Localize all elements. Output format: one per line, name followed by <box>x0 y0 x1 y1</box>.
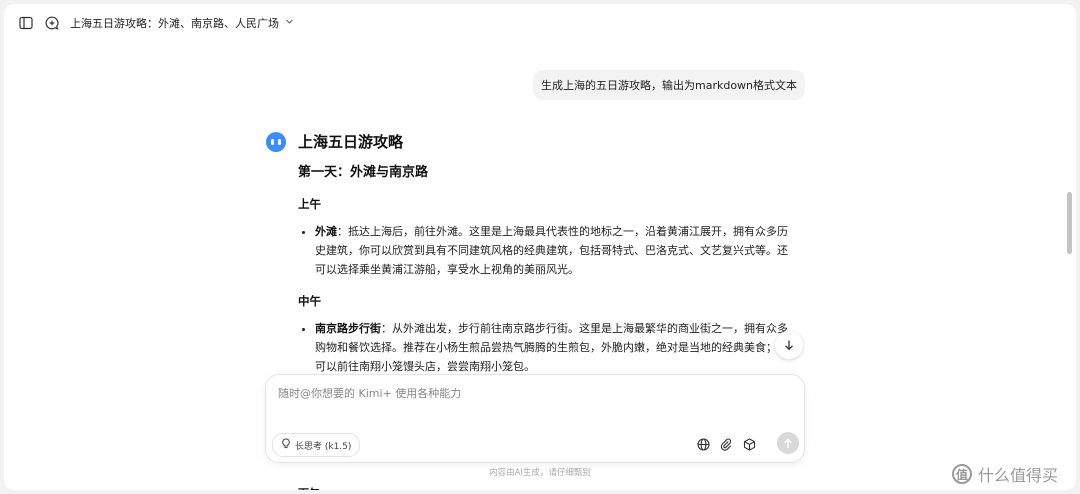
morning-heading: 上午 <box>298 197 321 211</box>
arrow-down-icon <box>785 340 793 351</box>
list-item: 南京路步行街：从外滩出发，步行前往南京路步行街。这里是上海最繁华的商业街之一，拥… <box>315 319 798 376</box>
day1-heading: 第一天：外滩与南京路 <box>298 165 429 180</box>
long-thinking-toggle[interactable]: 长思考 (k1.5) <box>272 433 361 457</box>
send-arrow-icon <box>784 437 792 448</box>
next-heading-cutoff: 下午 <box>298 485 320 490</box>
send-button[interactable] <box>777 432 799 454</box>
ai-disclaimer: 内容由AI生成，请仔细甄别 <box>489 468 591 478</box>
sidebar-toggle-icon[interactable] <box>18 15 34 31</box>
list-item: 外滩：抵达上海后，前往外滩。这里是上海最具代表性的地标之一，沿着黄浦江展开，拥有… <box>315 222 798 279</box>
list-item-text: ：从外滩出发，步行前往南京路步行街。这里是上海最繁华的商业街之一，拥有众多购物和… <box>315 322 788 373</box>
conversation-title-text: 上海五日游攻略：外滩、南京路、人民广场 <box>70 17 279 30</box>
app-window: 上海五日游攻略：外滩、南京路、人民广场 生成上海的五日游攻略，输出为markdo… <box>4 4 1076 490</box>
globe-icon[interactable] <box>696 437 710 451</box>
scroll-to-bottom-button[interactable] <box>775 331 803 359</box>
message-composer[interactable]: 随时@你想要的 Kimi+ 使用各种能力 长思考 (k1.5) <box>265 374 805 463</box>
kimi-avatar-icon <box>266 132 286 152</box>
assistant-answer: 上海五日游攻略 第一天：外滩与南京路 上午 外滩：抵达上海后，前往外滩。这里是上… <box>298 132 798 376</box>
list-item-bold: 外滩 <box>315 225 337 238</box>
scrollbar-thumb[interactable] <box>1067 192 1072 254</box>
chevron-down-icon <box>285 17 294 29</box>
watermark: 值 什么值得买 <box>952 462 1058 486</box>
list-item-bold: 南京路步行街 <box>315 322 381 335</box>
user-message-text: 生成上海的五日游攻略，输出为markdown格式文本 <box>541 79 798 92</box>
noon-heading: 中午 <box>298 294 321 308</box>
paperclip-icon[interactable] <box>719 437 733 451</box>
noon-list: 南京路步行街：从外滩出发，步行前往南京路步行街。这里是上海最繁华的商业街之一，拥… <box>298 319 798 376</box>
new-chat-icon[interactable] <box>44 15 60 31</box>
lightbulb-icon <box>281 438 291 452</box>
conversation-title[interactable]: 上海五日游攻略：外滩、南京路、人民广场 <box>70 15 294 31</box>
answer-title: 上海五日游攻略 <box>298 133 404 151</box>
cube-icon[interactable] <box>742 437 756 451</box>
mode-label: 长思考 (k1.5) <box>295 441 352 452</box>
composer-placeholder[interactable]: 随时@你想要的 Kimi+ 使用各种能力 <box>278 385 461 401</box>
morning-list: 外滩：抵达上海后，前往外滩。这里是上海最具代表性的地标之一，沿着黄浦江展开，拥有… <box>298 222 798 279</box>
watermark-text: 什么值得买 <box>978 466 1059 485</box>
top-bar: 上海五日游攻略：外滩、南京路、人民广场 <box>4 4 1076 40</box>
watermark-logo: 值 <box>952 464 972 484</box>
user-message-bubble: 生成上海的五日游攻略，输出为markdown格式文本 <box>533 70 806 100</box>
list-item-text: ：抵达上海后，前往外滩。这里是上海最具代表性的地标之一，沿着黄浦江展开，拥有众多… <box>315 225 788 276</box>
